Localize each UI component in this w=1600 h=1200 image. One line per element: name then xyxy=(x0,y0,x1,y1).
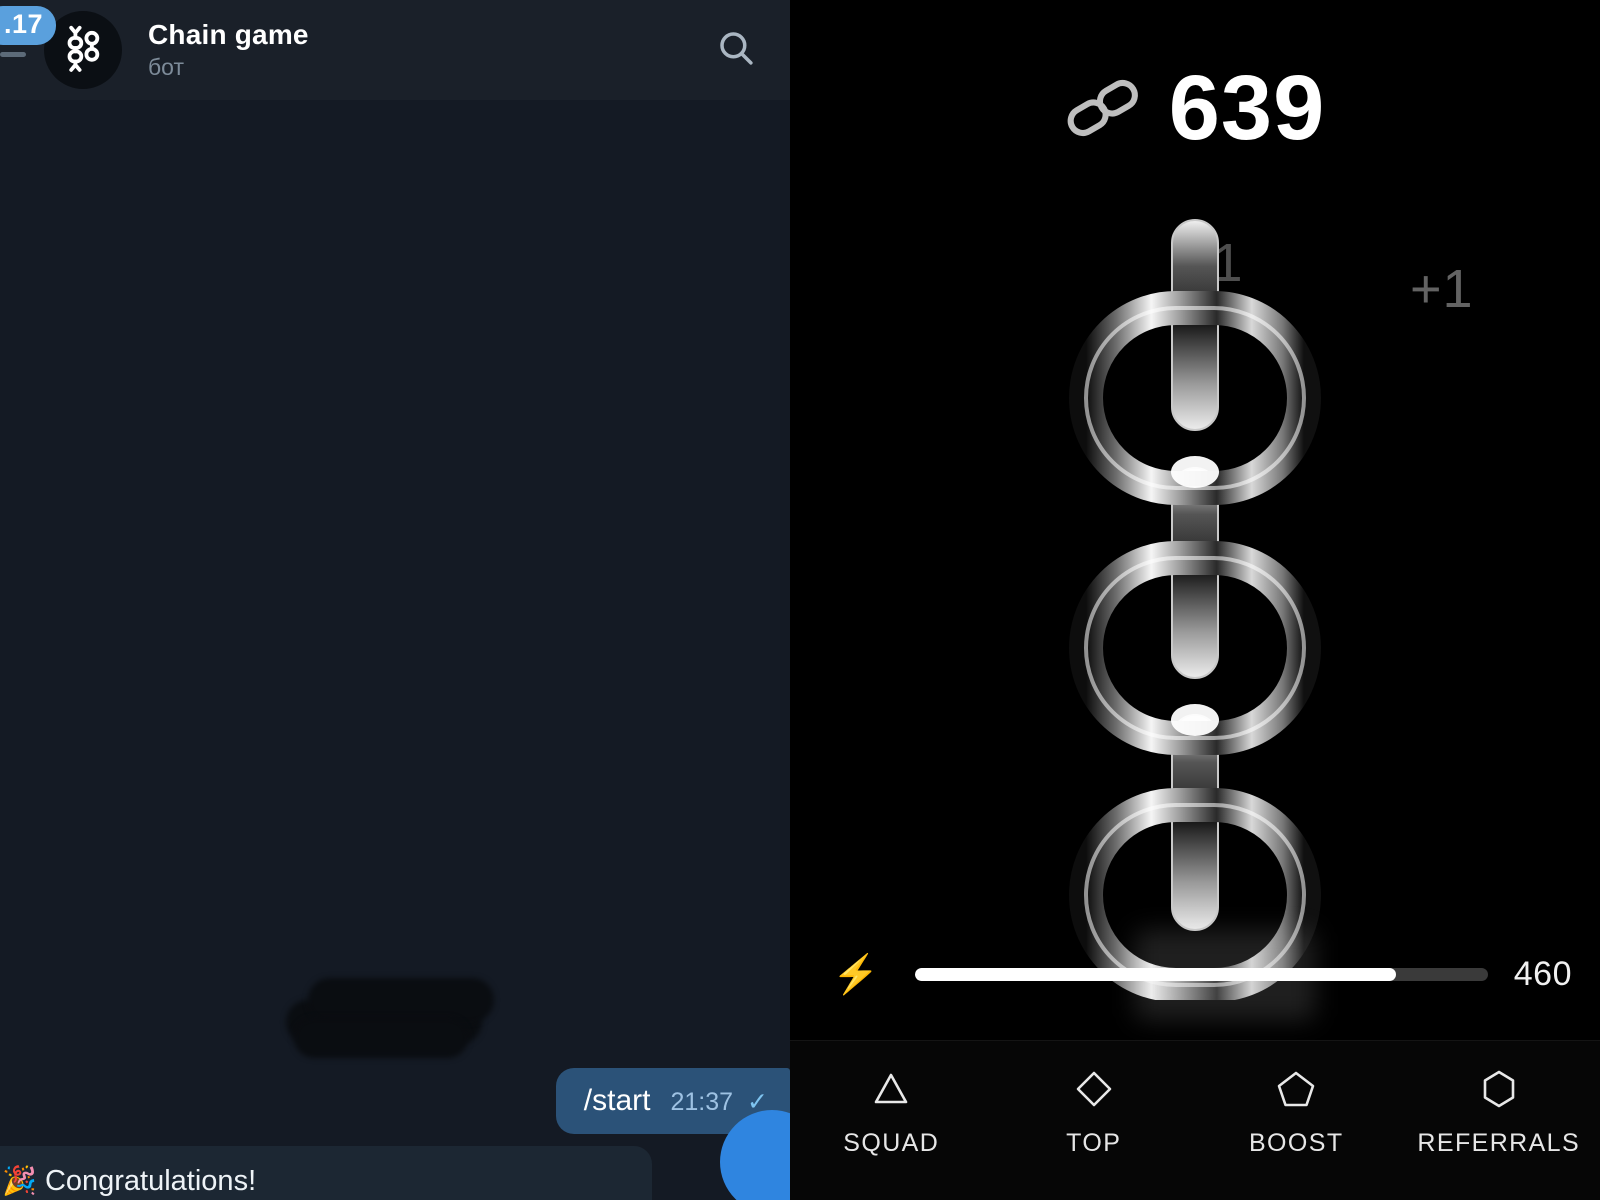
nav-label: BOOST xyxy=(1248,1129,1344,1157)
nav-label: SQUAD xyxy=(843,1129,940,1157)
message-time: 21:37 xyxy=(670,1088,734,1116)
chat-subtitle: бот xyxy=(148,54,184,81)
score-display: 639 xyxy=(790,62,1600,154)
unread-count-badge[interactable]: .17 xyxy=(0,6,57,45)
party-popper-icon: 🎉 xyxy=(2,1165,37,1196)
bottom-navigation: SQUAD TOP BOOST REFERRALS xyxy=(790,1040,1600,1200)
message-bubble-incoming[interactable]: 🎉 Congratulations! Now it is time to get… xyxy=(0,1146,652,1200)
chat-title-block[interactable]: Chain game бот xyxy=(148,18,708,82)
search-button[interactable] xyxy=(708,22,764,78)
nav-label: TOP xyxy=(1066,1129,1122,1157)
metal-chain-image xyxy=(1069,219,1321,1000)
screenshot-root: .17 Chain game бот /start 21:37 ✓ 🎉 Cong… xyxy=(0,0,1600,1200)
chain-links-icon xyxy=(56,21,110,80)
nav-item-top[interactable]: TOP xyxy=(993,1065,1196,1158)
energy-track xyxy=(915,968,1488,981)
pentagon-icon xyxy=(1272,1065,1320,1113)
nav-item-squad[interactable]: SQUAD xyxy=(790,1065,993,1158)
chat-title: Chain game xyxy=(148,19,309,51)
redacted-scribble xyxy=(286,972,508,1058)
score-value: 639 xyxy=(1168,57,1326,159)
nav-item-boost[interactable]: BOOST xyxy=(1195,1065,1398,1158)
chain-link-icon xyxy=(1065,69,1143,147)
chain-tap-target[interactable] xyxy=(790,200,1600,1000)
energy-value: 460 xyxy=(1513,955,1572,993)
message-text: /start xyxy=(583,1084,651,1117)
triangle-icon xyxy=(867,1065,915,1113)
message-text: Congratulations! xyxy=(44,1165,257,1197)
message-line-1: 🎉 Congratulations! xyxy=(2,1164,626,1199)
energy-bar: ⚡ 460 xyxy=(790,955,1600,994)
message-list: /start 21:37 ✓ 🎉 Congratulations! Now it… xyxy=(0,100,790,1200)
search-icon xyxy=(715,27,757,74)
nav-label: REFERRALS xyxy=(1417,1129,1581,1157)
hexagon-icon xyxy=(1475,1065,1523,1113)
nav-item-referrals[interactable]: REFERRALS xyxy=(1398,1065,1600,1158)
diamond-icon xyxy=(1070,1065,1118,1113)
telegram-chat-panel: .17 Chain game бот /start 21:37 ✓ 🎉 Cong… xyxy=(0,0,790,1200)
lightning-bolt-icon: ⚡ xyxy=(832,953,880,996)
energy-fill xyxy=(915,968,1397,981)
badge-connector xyxy=(0,52,26,57)
game-panel: 639 +1 +1 xyxy=(790,0,1600,1200)
chat-header: .17 Chain game бот xyxy=(0,0,790,100)
